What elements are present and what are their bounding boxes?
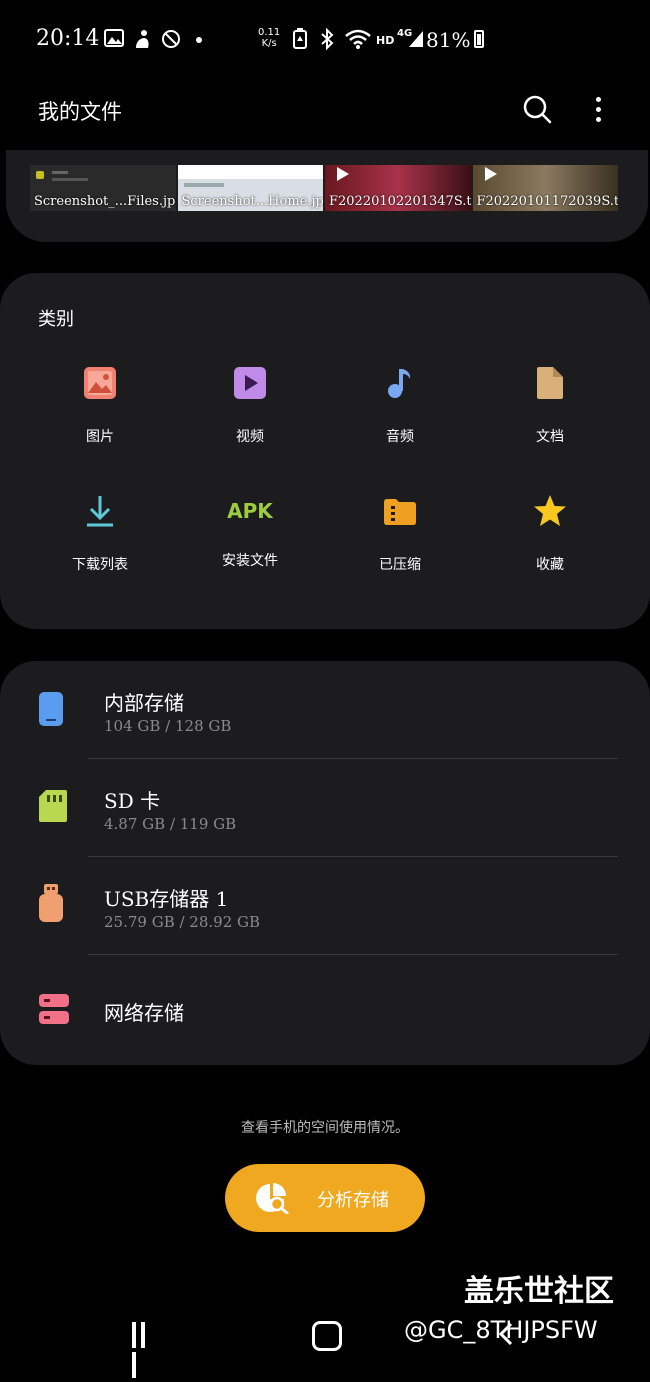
category-videos[interactable]: 视频 [190, 366, 310, 446]
category-images[interactable]: 图片 [40, 366, 160, 446]
recent-files-list: Screenshot_...Files.jpg Screenshot...Hom… [30, 165, 618, 211]
home-icon[interactable] [312, 1321, 342, 1351]
recent-file-thumb[interactable]: Screenshot_...Files.jpg [30, 165, 176, 211]
play-icon [337, 167, 349, 181]
image-icon [84, 367, 116, 399]
cellular-signal-icon [409, 31, 423, 47]
sd-card-icon [39, 790, 67, 822]
recent-file-name: Screenshot...Home.jpg [181, 194, 324, 209]
category-label: 收藏 [536, 557, 564, 573]
category-label: 安装文件 [222, 553, 278, 569]
storage-title: USB存储器 1 [104, 887, 229, 911]
storage-title: SD 卡 [104, 789, 161, 813]
document-icon [537, 367, 563, 399]
category-downloads[interactable]: 下载列表 [40, 494, 160, 574]
star-icon [534, 495, 566, 526]
recent-apps-icon[interactable] [132, 1322, 158, 1378]
search-icon[interactable] [522, 94, 552, 124]
watermark-user: @GC_8THJPSFW [404, 1316, 598, 1344]
analyze-storage-button[interactable]: 分析存储 [225, 1164, 425, 1232]
page-title: 我的文件 [38, 100, 122, 124]
storage-usage: 104 GB / 128 GB [104, 717, 232, 735]
usb-icon [39, 884, 63, 922]
storage-usage: 25.79 GB / 28.92 GB [104, 913, 261, 931]
hd-voice-label: HD [376, 34, 395, 47]
category-audio[interactable]: 音频 [340, 366, 460, 446]
battery-icon [474, 30, 484, 48]
net-speed: 0.11 K/s [258, 27, 281, 49]
storage-analysis-icon [256, 1183, 289, 1214]
category-documents[interactable]: 文档 [490, 366, 610, 446]
category-label: 下载列表 [72, 557, 128, 573]
recent-file-name: Screenshot_...Files.jpg [34, 194, 176, 209]
phone-storage-icon [39, 692, 63, 726]
play-icon [484, 167, 497, 181]
gallery-notification-icon [104, 29, 124, 47]
recent-file-name: F20220101172039S.ts [476, 194, 619, 209]
more-options-icon[interactable] [590, 94, 606, 124]
category-label: 文档 [536, 429, 564, 445]
categories-card [0, 273, 650, 629]
app-notification-icon [136, 30, 149, 48]
status-time: 20:14 [36, 26, 100, 51]
category-compressed[interactable]: 已压缩 [340, 494, 460, 574]
video-icon [234, 367, 266, 399]
category-label: 已压缩 [379, 557, 421, 573]
storage-usb[interactable]: USB存储器 1 25.79 GB / 28.92 GB [0, 857, 650, 955]
category-label: 视频 [236, 429, 264, 445]
blocked-notification-icon [162, 30, 180, 48]
archive-icon [384, 499, 416, 525]
recent-file-name: F20220102201347S.ts [329, 194, 471, 209]
storage-sd-card[interactable]: SD 卡 4.87 GB / 119 GB [0, 759, 650, 857]
analyze-storage-label: 分析存储 [317, 1190, 389, 1211]
category-label: 音频 [386, 429, 414, 445]
storage-title: 内部存储 [104, 691, 184, 715]
network-storage-icon [39, 994, 69, 1024]
category-label: 图片 [86, 429, 114, 445]
storage-network[interactable]: 网络存储 [0, 955, 650, 1065]
recent-file-thumb[interactable]: Screenshot...Home.jpg [177, 165, 324, 211]
music-icon [388, 369, 411, 398]
download-icon [87, 496, 113, 527]
recent-file-thumb[interactable]: F20220101172039S.ts [472, 165, 619, 211]
more-notifications-dot-icon [196, 37, 202, 43]
apk-icon: APK [227, 499, 273, 523]
battery-saver-icon [293, 28, 307, 49]
recent-file-thumb[interactable]: F20220102201347S.ts [325, 165, 471, 211]
storage-title: 网络存储 [104, 1001, 184, 1025]
battery-percent: 81% [426, 28, 471, 52]
storage-internal[interactable]: 内部存储 104 GB / 128 GB [0, 661, 650, 759]
analyze-hint: 查看手机的空间使用情况。 [241, 1120, 409, 1136]
storage-usage: 4.87 GB / 119 GB [104, 815, 237, 833]
bluetooth-icon [321, 28, 334, 50]
category-favorites[interactable]: 收藏 [490, 494, 610, 574]
categories-title: 类别 [38, 309, 74, 330]
wifi-icon [345, 29, 371, 49]
category-installation-files[interactable]: APK 安装文件 [190, 494, 310, 570]
status-bar: 20:14 0.11 K/s HD 4G 81% [0, 0, 650, 80]
